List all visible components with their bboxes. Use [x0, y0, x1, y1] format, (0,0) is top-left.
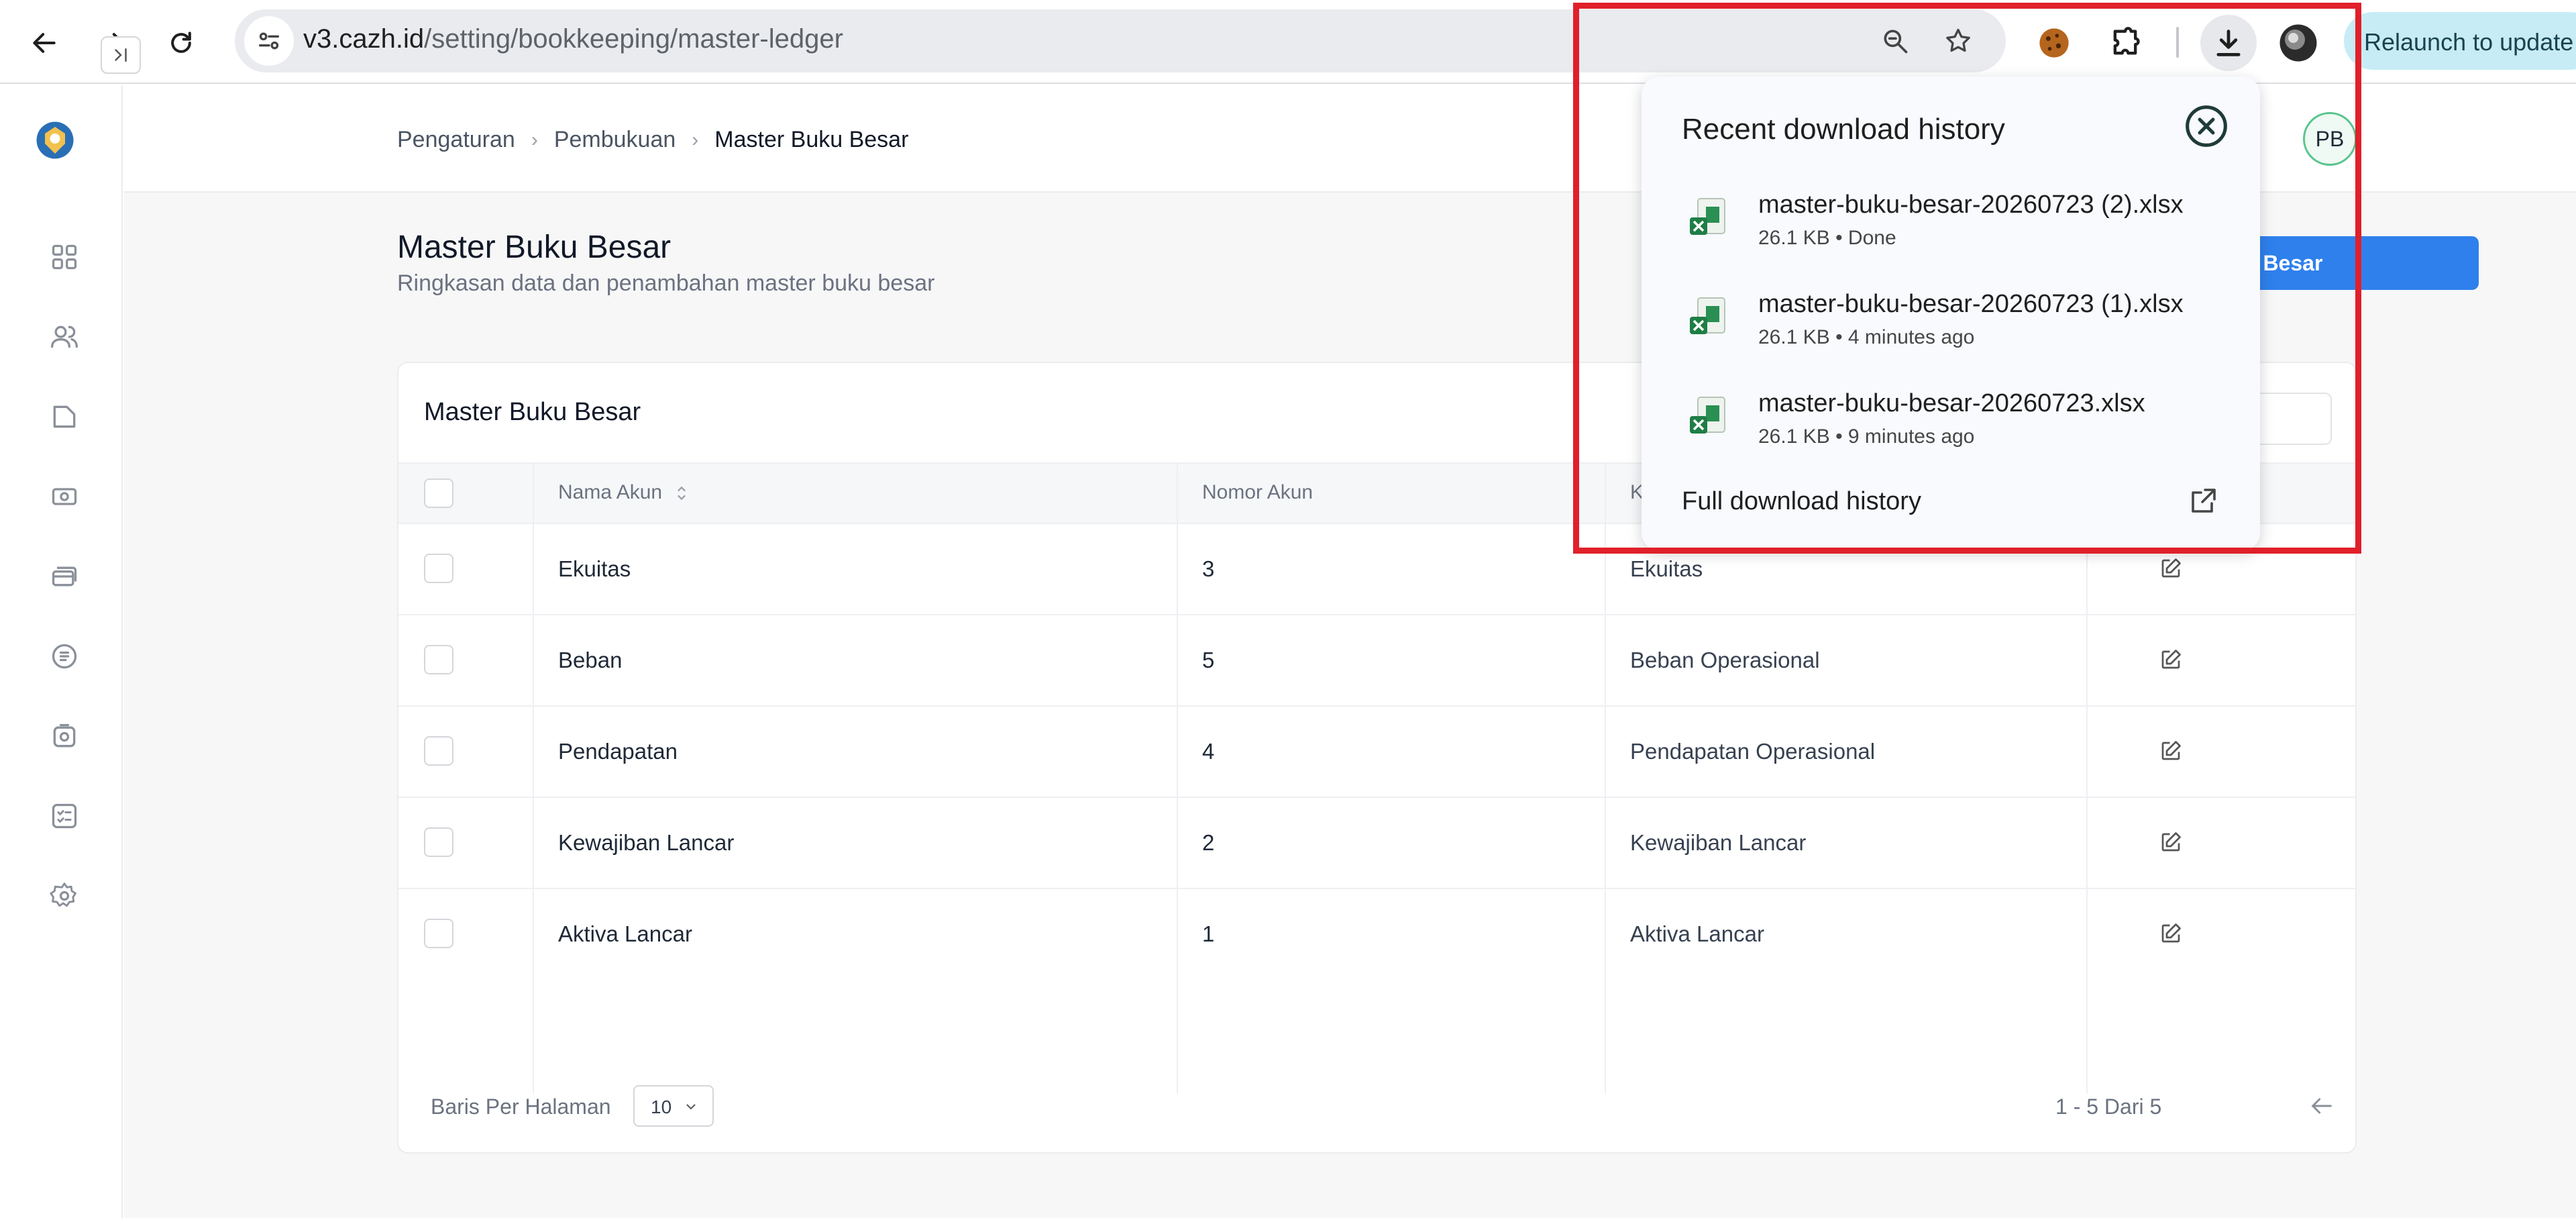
back-button[interactable]: [16, 15, 72, 71]
address-bar[interactable]: v3.cazh.id/setting/bookkeeping/master-le…: [235, 9, 2006, 72]
cell-nomor-akun: 4: [1202, 739, 1215, 764]
safe-icon[interactable]: [46, 717, 83, 755]
checklist-icon[interactable]: [46, 797, 83, 835]
url-text: v3.cazh.id/setting/bookkeeping/master-le…: [303, 24, 843, 54]
arrow-left-icon: [33, 33, 56, 53]
breadcrumb: Pengaturan › Pembukuan › Master Buku Bes…: [397, 127, 908, 153]
pagination-range: 1 - 5 Dari 5: [2055, 1095, 2162, 1119]
receipt-icon[interactable]: [46, 638, 83, 675]
table-row[interactable]: Beban 5 Beban Operasional: [398, 615, 2355, 707]
excel-file-icon: [1687, 196, 1730, 242]
edit-icon[interactable]: [2156, 554, 2186, 583]
collapse-icon: [115, 48, 127, 62]
app-logo: [35, 120, 75, 160]
excel-file-icon: [1687, 295, 1730, 341]
users-icon[interactable]: [46, 318, 83, 356]
edit-icon[interactable]: [2156, 736, 2186, 766]
row-checkbox[interactable]: [424, 554, 453, 583]
page-title: Master Buku Besar: [397, 230, 672, 265]
cell-nomor-akun: 2: [1202, 830, 1215, 855]
app-sidebar: [0, 85, 123, 1218]
download-file-name: master-buku-besar-20260723 (2).xlsx: [1758, 191, 2184, 219]
cell-nomor-akun: 1: [1202, 921, 1215, 946]
page-number-button[interactable]: 1: [2356, 1085, 2357, 1128]
download-item[interactable]: master-buku-besar-20260723.xlsx 26.1 KB …: [1642, 369, 2260, 468]
sidebar-collapse-button[interactable]: [101, 36, 141, 74]
column-header-nomor-akun[interactable]: Nomor Akun: [1202, 481, 1313, 504]
user-avatar[interactable]: PB: [2303, 112, 2357, 166]
zoom-icon[interactable]: [1873, 19, 1917, 63]
table-row[interactable]: Aktiva Lancar 1 Aktiva Lancar: [398, 889, 2355, 980]
cookie-extension-icon[interactable]: [2026, 15, 2082, 71]
download-file-name: master-buku-besar-20260723.xlsx: [1758, 389, 2145, 417]
sort-icon: [678, 486, 686, 501]
site-info-icon[interactable]: [244, 16, 294, 66]
column-header-nama-akun[interactable]: Nama Akun: [558, 481, 688, 504]
breadcrumb-item-pengaturan[interactable]: Pengaturan: [397, 127, 515, 153]
cell-nama-akun: Ekuitas: [558, 556, 631, 581]
arrow-left-icon: [2311, 1098, 2332, 1114]
toolbar-divider: [2176, 27, 2179, 58]
cell-nama-akun: Kewajiban Lancar: [558, 830, 735, 855]
bookmark-star-icon[interactable]: [1936, 19, 1980, 63]
cell-kategori: Ekuitas: [1630, 556, 1703, 581]
row-checkbox[interactable]: [424, 827, 453, 857]
cell-kategori: Beban Operasional: [1630, 648, 1820, 672]
breadcrumb-item-current: Master Buku Besar: [714, 127, 909, 152]
download-file-meta: 26.1 KB • Done: [1758, 227, 1896, 249]
close-circle-icon: [2186, 105, 2227, 147]
chevron-right-icon: ›: [531, 128, 538, 151]
download-file-name: master-buku-besar-20260723 (1).xlsx: [1758, 290, 2184, 318]
cell-nomor-akun: 3: [1202, 556, 1215, 581]
money-icon[interactable]: [46, 478, 83, 515]
row-checkbox[interactable]: [424, 645, 453, 674]
cell-nama-akun: Pendapatan: [558, 739, 678, 764]
download-history-popup: Recent download history master-buku-besa…: [1642, 77, 2260, 550]
cell-nama-akun: Aktiva Lancar: [558, 921, 692, 946]
edit-icon[interactable]: [2156, 827, 2186, 857]
table-row[interactable]: Pendapatan 4 Pendapatan Operasional: [398, 707, 2355, 798]
dashboard-grid-icon[interactable]: [46, 238, 83, 276]
cell-kategori: Aktiva Lancar: [1630, 921, 1764, 946]
add-ledger-button[interactable]: u Besar: [2231, 236, 2479, 290]
downloads-button[interactable]: [2200, 15, 2257, 71]
edit-icon[interactable]: [2156, 919, 2186, 948]
excel-file-icon: [1687, 395, 1730, 440]
previous-page-button[interactable]: [2305, 1089, 2339, 1123]
reload-button[interactable]: [153, 15, 209, 71]
breadcrumb-item-pembukuan[interactable]: Pembukuan: [554, 127, 676, 153]
chevron-right-icon: ›: [692, 128, 699, 151]
cell-nama-akun: Beban: [558, 648, 623, 672]
folder-icon[interactable]: [46, 398, 83, 436]
cards-icon[interactable]: [46, 558, 83, 595]
settings-gear-icon[interactable]: [46, 877, 83, 915]
row-checkbox[interactable]: [424, 736, 453, 766]
row-checkbox[interactable]: [424, 919, 453, 948]
full-download-history-link[interactable]: Full download history: [1682, 487, 1921, 516]
extensions-puzzle-icon[interactable]: [2097, 15, 2153, 71]
cell-nomor-akun: 5: [1202, 648, 1215, 672]
download-icon: [2216, 30, 2241, 56]
download-file-meta: 26.1 KB • 4 minutes ago: [1758, 326, 1975, 348]
download-item[interactable]: master-buku-besar-20260723 (1).xlsx 26.1…: [1642, 270, 2260, 369]
cell-kategori: Kewajiban Lancar: [1630, 830, 1807, 855]
chevron-down-icon: [686, 1104, 696, 1110]
select-all-checkbox[interactable]: [424, 478, 453, 508]
cell-kategori: Pendapatan Operasional: [1630, 739, 1876, 764]
download-file-meta: 26.1 KB • 9 minutes ago: [1758, 425, 1975, 448]
page-subtitle: Ringkasan data dan penambahan master buk…: [397, 270, 935, 296]
table-row[interactable]: Kewajiban Lancar 2 Kewajiban Lancar: [398, 798, 2355, 889]
reload-icon: [171, 32, 191, 53]
relaunch-button[interactable]: Relaunch to update: [2344, 12, 2576, 70]
card-title: Master Buku Besar: [424, 398, 641, 426]
rows-per-page-label: Baris Per Halaman: [431, 1095, 611, 1119]
download-popup-title: Recent download history: [1682, 113, 2005, 146]
edit-icon[interactable]: [2156, 645, 2186, 674]
open-in-new-icon[interactable]: [2182, 479, 2225, 522]
download-item[interactable]: master-buku-besar-20260723 (2).xlsx 26.1…: [1642, 170, 2260, 270]
close-button[interactable]: [2182, 102, 2231, 150]
browser-toolbar: v3.cazh.id/setting/bookkeeping/master-le…: [0, 0, 2576, 84]
rows-per-page-select[interactable]: 10: [633, 1085, 714, 1127]
profile-avatar-icon[interactable]: [2270, 15, 2326, 71]
